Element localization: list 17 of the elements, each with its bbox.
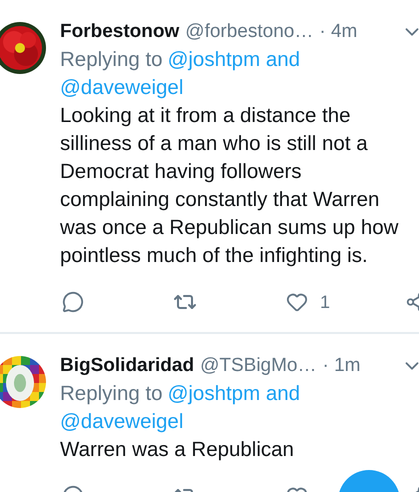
user-handle: @TSBigMo… xyxy=(200,354,316,378)
tweet-text: Warren was a Republican xyxy=(60,437,295,463)
mention-link[interactable]: @joshtpm and xyxy=(168,46,300,74)
tweet-time: · 4m xyxy=(319,20,358,44)
replying-label: Replying to xyxy=(60,47,163,73)
replying-label: Replying to xyxy=(60,381,163,407)
user-handle: @forbestono… xyxy=(185,20,314,44)
user-name[interactable]: Forbestonow xyxy=(60,18,180,46)
mention-link[interactable]: @daveweigel xyxy=(60,408,184,436)
user-name[interactable]: BigSolidaridad xyxy=(60,352,194,380)
tweet-text: Looking at it from a distance the silliness of a man who is still not a Democrat having followers complaining constantly that Warren was once a Republican sums up how pointless much of the infighting is. xyxy=(60,103,400,269)
like-icon[interactable] xyxy=(286,291,308,313)
reply-icon[interactable] xyxy=(62,291,84,313)
tweet-time: · 1m xyxy=(322,354,360,378)
mention-link[interactable]: @joshtpm and xyxy=(168,380,300,408)
mention-link[interactable]: @daveweigel xyxy=(60,74,184,102)
like-count: 1 xyxy=(320,292,330,312)
